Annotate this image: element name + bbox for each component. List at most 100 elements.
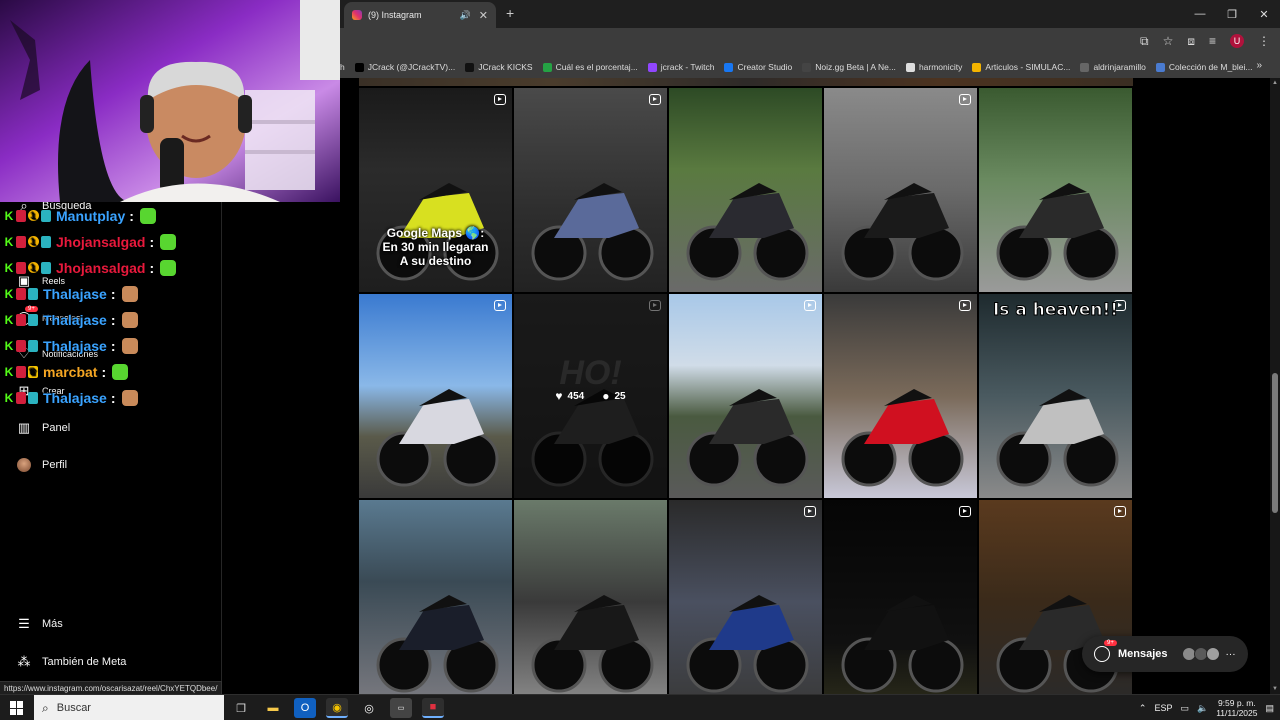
screen: (9) Instagram 🔊 ✕ + — ❐ ✕ ⧉ ☆ ⧈ ≡ U ⋮ h J… — [0, 0, 1280, 720]
nav-also-from-meta[interactable]: ⁂ También de Meta — [16, 654, 127, 670]
subscriber-badge-icon — [16, 262, 26, 274]
messages-pill-label: Mensajes — [1118, 648, 1168, 660]
post-thumbnail[interactable] — [359, 294, 512, 498]
post-thumbnail[interactable]: Is a heaven!! — [979, 294, 1132, 498]
comments-stat: ● 25 — [602, 389, 625, 403]
close-tab-icon[interactable]: ✕ — [479, 9, 488, 22]
post-thumbnail[interactable] — [824, 88, 977, 292]
chrome-icon[interactable]: ◉ — [326, 698, 348, 718]
chat-message: K Thalajase: — [4, 390, 138, 406]
streamer-image — [0, 0, 340, 202]
chat-badges: K — [4, 340, 38, 352]
bookmark-item[interactable]: jcrack - Twitch — [647, 62, 714, 72]
post-thumbnail[interactable] — [514, 88, 667, 292]
browser-tab-bar: (9) Instagram 🔊 ✕ + — ❐ ✕ — [340, 0, 1280, 28]
reel-icon — [804, 300, 816, 311]
messages-floating-button[interactable]: 9+ Mensajes ··· — [1082, 636, 1248, 672]
nav-panel[interactable]: ▥ Panel — [16, 420, 70, 436]
bookmark-item[interactable]: h — [340, 62, 345, 72]
link-status-url: https://www.instagram.com/oscarisazat/re… — [0, 681, 223, 694]
bookmark-item[interactable]: Cuál es el porcentaj... — [542, 62, 638, 72]
windows-start-icon[interactable] — [10, 701, 24, 715]
bookmark-label: Articulos - SIMULAC... — [985, 62, 1071, 72]
page-scrollbar[interactable]: ▲ ▼ — [1270, 78, 1280, 694]
chat-badges: K1 — [4, 262, 51, 274]
tray-chevron-icon[interactable]: ⌃ — [1139, 703, 1147, 714]
chat-separator: : — [149, 234, 155, 250]
post-thumbnail[interactable] — [514, 500, 667, 704]
more-icon[interactable]: ··· — [1226, 649, 1236, 660]
bookmark-label: JCrack (@JCrackTV)... — [367, 62, 456, 72]
restore-icon[interactable]: ❐ — [1216, 0, 1248, 28]
network-icon[interactable]: ▭ — [1180, 703, 1189, 714]
bookmark-star-icon[interactable]: ☆ — [1163, 34, 1174, 49]
post-thumbnail[interactable]: Google Maps 🌎: En 30 min llegaran A su d… — [359, 88, 512, 292]
post-thumbnail[interactable] — [359, 500, 512, 704]
app-icon[interactable]: ▭ — [390, 698, 412, 718]
reel-icon — [959, 300, 971, 311]
profile-avatar-icon[interactable]: U — [1230, 34, 1244, 48]
chat-username: Thalajase — [43, 390, 107, 406]
motorcycle-image — [686, 389, 809, 487]
minimize-icon[interactable]: — — [1184, 0, 1216, 28]
tab-instagram[interactable]: (9) Instagram 🔊 ✕ — [344, 2, 496, 28]
sheets-icon — [542, 62, 552, 72]
post-thumbnail[interactable] — [824, 500, 977, 704]
chat-separator: : — [110, 312, 116, 328]
kick-badge-icon: K — [4, 261, 14, 275]
file-explorer-icon[interactable]: ▬ — [262, 698, 284, 718]
reel-icon — [959, 506, 971, 517]
scroll-up-icon[interactable]: ▲ — [1272, 80, 1278, 86]
new-tab-button[interactable]: + — [506, 5, 514, 21]
bookmark-item[interactable]: Articulos - SIMULAC... — [972, 62, 1070, 72]
input-language[interactable]: ESP — [1154, 703, 1172, 713]
reel-icon — [649, 94, 661, 105]
post-thumbnail[interactable] — [979, 500, 1132, 704]
menu-icon[interactable]: ⋮ — [1258, 34, 1270, 49]
extensions-icon[interactable]: ⧈ — [1187, 34, 1195, 49]
gift-badge-icon: 1 — [28, 236, 39, 247]
post-thumbnail[interactable] — [669, 88, 822, 292]
install-app-icon[interactable]: ⧉ — [1140, 34, 1149, 49]
post-thumbnail[interactable] — [669, 500, 822, 704]
taskbar-search[interactable]: ⌕ Buscar — [34, 695, 224, 720]
messenger-icon: 9+ — [1094, 640, 1117, 662]
bookmark-item[interactable]: Creator Studio — [724, 62, 792, 72]
post-thumbnail[interactable]: HO!♥454●25 — [514, 294, 667, 498]
chat-badges: K ♛ — [4, 366, 38, 378]
close-window-icon[interactable]: ✕ — [1248, 0, 1280, 28]
nav-more[interactable]: ☰ Más — [16, 616, 63, 632]
bookmark-item[interactable]: JCrack (@JCrackTV)... — [354, 62, 456, 72]
nav-profile[interactable]: Perfil — [16, 457, 67, 473]
kick-badge-icon: K — [4, 287, 14, 301]
chat-badges: K1 — [4, 210, 51, 222]
bookmark-item[interactable]: Noiz.gg Beta | A Ne... — [802, 62, 896, 72]
bookmark-label: JCrack KICKS — [478, 62, 533, 72]
volume-icon[interactable]: 🔈 — [1197, 703, 1208, 714]
scroll-down-icon[interactable]: ▼ — [1272, 686, 1278, 692]
speaker-icon[interactable]: 🔊 — [460, 10, 471, 21]
system-clock[interactable]: 9:59 p. m. 11/11/2025 — [1216, 698, 1257, 718]
post-thumbnail[interactable] — [669, 294, 822, 498]
bookmark-item[interactable]: JCrack KICKS — [465, 62, 533, 72]
bookmark-item[interactable]: harmonicity — [905, 62, 962, 72]
bookmark-item[interactable]: aldrinjaramillo — [1080, 62, 1146, 72]
nav-reels-label: Reels — [42, 276, 66, 286]
bookmark-item[interactable]: Colección de M_blei... — [1155, 62, 1253, 72]
task-view-icon[interactable]: ❐ — [230, 698, 252, 718]
post-caption-overlay: Google Maps 🌎: En 30 min llegaran A su d… — [382, 226, 489, 268]
more-bookmarks-icon[interactable]: » — [1256, 60, 1262, 71]
chat-username: Manutplay — [56, 208, 126, 224]
post-thumbnail[interactable] — [979, 88, 1132, 292]
subscriber-badge-icon — [16, 236, 26, 248]
obs-icon[interactable]: ◎ — [358, 698, 380, 718]
notifications-icon[interactable]: ▤ — [1265, 703, 1274, 714]
subscriber-badge-icon — [16, 288, 26, 300]
chat-separator: : — [129, 208, 134, 224]
facebook-icon — [724, 62, 734, 72]
outlook-icon[interactable]: O — [294, 698, 316, 718]
scrollbar-thumb[interactable] — [1272, 373, 1278, 513]
app-red-icon[interactable]: ■ — [422, 698, 444, 718]
media-controls-icon[interactable]: ≡ — [1209, 34, 1216, 49]
post-thumbnail[interactable] — [824, 294, 977, 498]
